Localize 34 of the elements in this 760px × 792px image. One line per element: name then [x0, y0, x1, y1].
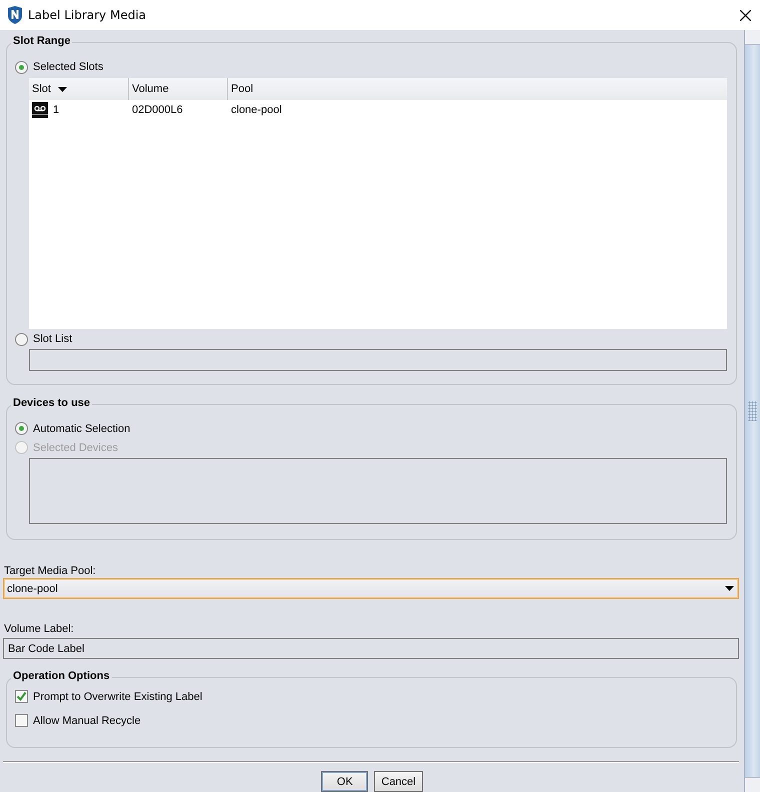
column-header[interactable]: Volume [129, 78, 228, 100]
scroll-up-icon[interactable] [745, 30, 760, 45]
close-icon[interactable] [740, 10, 751, 20]
dialog-button[interactable]: OK [321, 771, 368, 792]
scroll-down-icon[interactable] [745, 777, 760, 792]
column-header[interactable]: Pool [228, 78, 728, 100]
table-cell: 02D000L6 [132, 104, 183, 116]
radio-label: Selected Slots [33, 61, 104, 73]
field-label: Target Media Pool: [4, 565, 97, 578]
radio-button[interactable] [15, 332, 28, 346]
group-title: Devices to use [11, 396, 92, 409]
radio-label: Selected Devices [33, 442, 118, 454]
column-header[interactable]: Slot [29, 78, 129, 100]
radio-label: Slot List [33, 333, 72, 345]
slot-list-field[interactable] [29, 349, 728, 371]
checkbox-label: Prompt to Overwrite Existing Label [33, 690, 202, 702]
group-title: Operation Options [11, 670, 112, 682]
table-cell: 1 [53, 104, 60, 116]
window-title: Label Library Media [28, 8, 148, 22]
field-label: Volume Label: [4, 623, 75, 636]
dialog-button[interactable]: Cancel [374, 771, 423, 792]
checkbox[interactable] [15, 714, 28, 727]
radio-button[interactable] [15, 60, 28, 74]
pool-dropdown[interactable]: clone-pool [3, 578, 740, 600]
group-title: Slot Range [11, 35, 72, 47]
caret-icon [725, 586, 734, 592]
radio-button[interactable] [15, 422, 28, 436]
radio-label: Automatic Selection [33, 422, 130, 435]
shield-icon [7, 6, 23, 24]
tape-icon [32, 102, 48, 118]
table-cell: clone-pool [231, 104, 282, 116]
volume-label-field[interactable]: Bar Code Label [3, 638, 740, 659]
checkbox[interactable] [15, 690, 28, 703]
checkbox-label: Allow Manual Recycle [33, 714, 141, 726]
